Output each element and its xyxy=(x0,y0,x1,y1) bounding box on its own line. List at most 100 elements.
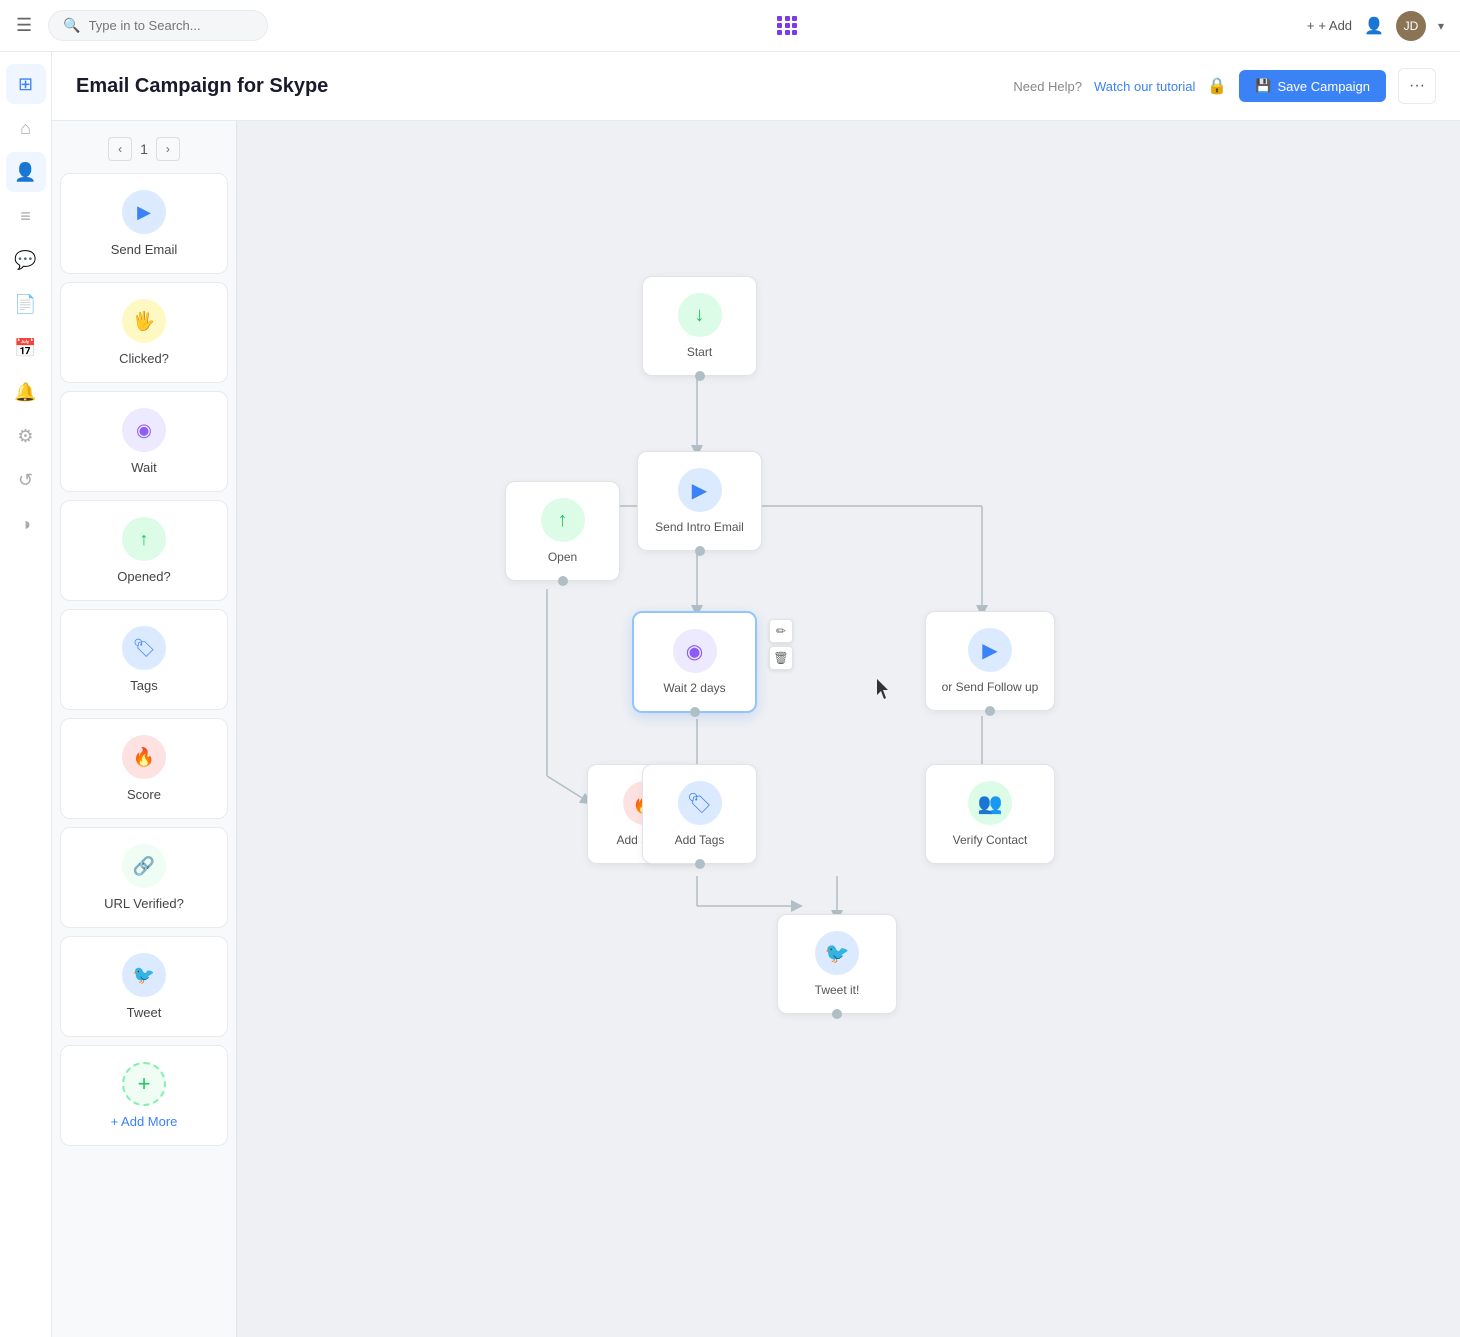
tags-label: Tags xyxy=(130,678,157,693)
flow-connections xyxy=(237,121,1460,1337)
toolbox-score[interactable]: 🔥 Score xyxy=(60,718,228,819)
open-label: Open xyxy=(548,550,577,564)
url-verified-icon: 🔗 xyxy=(122,844,166,888)
search-icon: 🔍 xyxy=(63,17,80,34)
edit-node-button[interactable]: ✏ xyxy=(769,619,793,643)
add-tags-node[interactable]: 🏷 Add Tags xyxy=(642,764,757,864)
follow-up-label: or Send Follow up xyxy=(942,680,1039,694)
sidebar-item-doc[interactable]: 📄 xyxy=(6,284,46,324)
send-intro-email-node[interactable]: ▶ Send Intro Email xyxy=(637,451,762,551)
opened-icon: ↑ xyxy=(122,517,166,561)
sidebar-item-chart[interactable]: ≡ xyxy=(6,196,46,236)
chevron-down-icon[interactable]: ▾ xyxy=(1438,19,1444,33)
sidebar-item-calendar[interactable]: 📅 xyxy=(6,328,46,368)
wait-2-days-node[interactable]: ◉ Wait 2 days xyxy=(632,611,757,713)
open-icon: ↑ xyxy=(541,498,585,542)
wait-icon: ◉ xyxy=(122,408,166,452)
send-email-label: Send Email xyxy=(111,242,177,257)
sidebar-item-grid[interactable]: ⊞ xyxy=(6,64,46,104)
tweet-it-connector-bottom xyxy=(832,1009,842,1019)
need-help-text: Need Help? xyxy=(1013,79,1082,94)
sidebar-item-refresh[interactable]: ↺ xyxy=(6,460,46,500)
toolbox-wait[interactable]: ◉ Wait xyxy=(60,391,228,492)
next-page-button[interactable]: › xyxy=(156,137,180,161)
tweet-it-label: Tweet it! xyxy=(815,983,860,997)
start-node[interactable]: ↓ Start xyxy=(642,276,757,376)
flow-canvas[interactable]: ↓ Start ↑ Open ▶ Send Intro Email xyxy=(237,121,1460,1337)
score-label: Score xyxy=(127,787,161,802)
campaign-header: Email Campaign for Skype Need Help? Watc… xyxy=(52,52,1460,121)
send-email-icon: ▶ xyxy=(122,190,166,234)
tweet-icon: 🐦 xyxy=(122,953,166,997)
send-intro-icon: ▶ xyxy=(678,468,722,512)
avatar[interactable]: JD xyxy=(1396,11,1426,41)
toolbox-clicked[interactable]: 🖐 Clicked? xyxy=(60,282,228,383)
page-number: 1 xyxy=(140,141,148,157)
toolbox-panel: ‹ 1 › ▶ Send Email 🖐 Clicked? xyxy=(52,121,237,1337)
send-intro-connector-bottom xyxy=(695,546,705,556)
sidebar-item-bell[interactable]: 🔔 xyxy=(6,372,46,412)
wait-label: Wait xyxy=(131,460,157,475)
main-content: Email Campaign for Skype Need Help? Watc… xyxy=(52,52,1460,1337)
menu-icon[interactable]: ☰ xyxy=(16,15,32,36)
sidebar-item-home[interactable]: ⌂ xyxy=(6,108,46,148)
sidebar-item-pie[interactable]: ◑ xyxy=(6,504,46,544)
more-options-button[interactable]: ··· xyxy=(1398,68,1436,104)
toolbox-tweet[interactable]: 🐦 Tweet xyxy=(60,936,228,1037)
save-campaign-button[interactable]: 💾 Save Campaign xyxy=(1239,70,1386,102)
send-follow-up-node[interactable]: ▶ or Send Follow up xyxy=(925,611,1055,711)
wait-connector-bottom xyxy=(690,707,700,717)
open-node[interactable]: ↑ Open xyxy=(505,481,620,581)
wait-icon-node: ◉ xyxy=(673,629,717,673)
sidebar-item-chat[interactable]: 💬 xyxy=(6,240,46,280)
add-button[interactable]: ++ Add xyxy=(1307,18,1352,33)
add-more-icon: + xyxy=(122,1062,166,1106)
toolbox-url-verified[interactable]: 🔗 URL Verified? xyxy=(60,827,228,928)
send-intro-label: Send Intro Email xyxy=(655,520,744,534)
verify-contact-node[interactable]: 👥 Verify Contact xyxy=(925,764,1055,864)
tweet-it-node[interactable]: 🐦 Tweet it! xyxy=(777,914,897,1014)
url-verified-label: URL Verified? xyxy=(104,896,184,911)
save-icon: 💾 xyxy=(1255,78,1271,94)
verify-contact-label: Verify Contact xyxy=(953,833,1028,847)
toolbox-send-email[interactable]: ▶ Send Email xyxy=(60,173,228,274)
app-grid-icon[interactable] xyxy=(777,16,797,36)
verify-contact-icon: 👥 xyxy=(968,781,1012,825)
add-tags-connector-bottom xyxy=(695,859,705,869)
watch-tutorial-link[interactable]: Watch our tutorial xyxy=(1094,79,1195,94)
tweet-it-icon: 🐦 xyxy=(815,931,859,975)
add-tags-icon: 🏷 xyxy=(678,781,722,825)
toolbox-tags[interactable]: 🏷 Tags xyxy=(60,609,228,710)
sidebar-item-gear[interactable]: ⚙ xyxy=(6,416,46,456)
opened-label: Opened? xyxy=(117,569,171,584)
tweet-label: Tweet xyxy=(127,1005,162,1020)
start-icon: ↓ xyxy=(678,293,722,337)
search-bar[interactable]: 🔍 xyxy=(48,10,268,41)
add-tags-label: Add Tags xyxy=(675,833,725,847)
follow-up-icon: ▶ xyxy=(968,628,1012,672)
clicked-label: Clicked? xyxy=(119,351,169,366)
tags-icon: 🏷 xyxy=(122,626,166,670)
cursor xyxy=(877,679,893,701)
canvas-container: ‹ 1 › ▶ Send Email 🖐 Clicked? xyxy=(52,121,1460,1337)
toolbox-add-more[interactable]: + + Add More xyxy=(60,1045,228,1146)
score-icon: 🔥 xyxy=(122,735,166,779)
delete-node-button[interactable]: 🗑 xyxy=(769,646,793,670)
follow-up-connector-bottom xyxy=(985,706,995,716)
sidebar: ⊞ ⌂ 👤 ≡ 💬 📄 📅 🔔 ⚙ ↺ ◑ xyxy=(0,52,52,1337)
toolbox-opened[interactable]: ↑ Opened? xyxy=(60,500,228,601)
campaign-title: Email Campaign for Skype xyxy=(76,75,328,98)
user-icon[interactable]: 👤 xyxy=(1364,16,1384,36)
search-input[interactable] xyxy=(89,18,254,33)
toolbox-pagination: ‹ 1 › xyxy=(60,129,228,173)
start-label: Start xyxy=(687,345,712,359)
navbar: ☰ 🔍 ++ Add 👤 JD ▾ xyxy=(0,0,1460,52)
sidebar-item-people[interactable]: 👤 xyxy=(6,152,46,192)
wait-2-days-label: Wait 2 days xyxy=(663,681,725,695)
add-more-label: + Add More xyxy=(111,1114,178,1129)
start-connector-bottom xyxy=(695,371,705,381)
clicked-icon: 🖐 xyxy=(122,299,166,343)
lock-icon: 🔒 xyxy=(1207,76,1227,96)
prev-page-button[interactable]: ‹ xyxy=(108,137,132,161)
open-connector-bottom xyxy=(558,576,568,586)
